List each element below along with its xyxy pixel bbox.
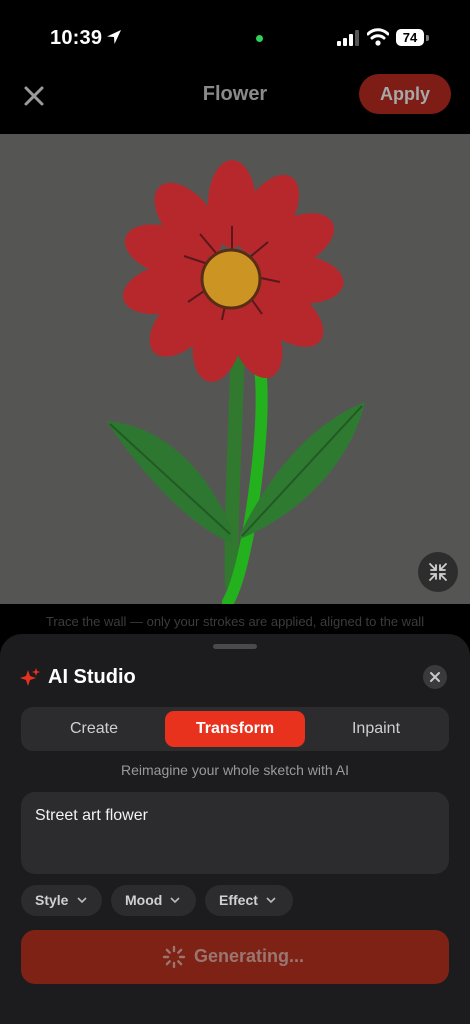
- sheet-close-button[interactable]: [423, 665, 447, 689]
- effect-label: Effect: [219, 892, 258, 908]
- cellular-signal-icon: [337, 30, 359, 46]
- chevron-down-icon: [77, 897, 87, 904]
- status-bar: 10:39 74: [0, 0, 470, 72]
- wifi-icon: [367, 28, 389, 46]
- battery-icon: 74: [396, 29, 424, 46]
- camera-indicator-dot: [256, 35, 263, 42]
- flower-sketch-image: [106, 160, 365, 604]
- status-time: 10:39: [50, 27, 103, 49]
- mode-description: Reimagine your whole sketch with AI: [121, 762, 349, 778]
- tab-inpaint[interactable]: Inpaint: [307, 707, 445, 751]
- chevron-down-icon: [266, 897, 276, 904]
- location-arrow-icon: [107, 30, 121, 44]
- apply-button[interactable]: Apply: [359, 74, 451, 114]
- mood-label: Mood: [125, 892, 163, 908]
- prompt-text: Street art flower: [35, 807, 148, 824]
- generate-button[interactable]: Generating...: [21, 930, 449, 984]
- loading-spinner-icon: [162, 945, 186, 969]
- ai-studio-title: AI Studio: [48, 666, 136, 688]
- close-icon: [430, 672, 440, 682]
- sketch-canvas[interactable]: [0, 134, 470, 604]
- effect-dropdown[interactable]: Effect: [205, 885, 293, 916]
- mood-dropdown[interactable]: Mood: [111, 885, 196, 916]
- collapse-arrows-icon: [429, 563, 447, 581]
- generate-label: Generating...: [194, 946, 305, 966]
- canvas-hint: Trace the wall — only your strokes are a…: [45, 614, 425, 629]
- ai-studio-sheet: AI Studio Create Transform Inpaint Reima…: [0, 634, 470, 1024]
- collapse-canvas-button[interactable]: [418, 552, 458, 592]
- mode-segmented-control: Create Transform Inpaint: [21, 707, 449, 751]
- style-label: Style: [35, 892, 69, 908]
- battery-tip: [426, 35, 429, 41]
- top-bar: Flower Apply: [0, 72, 470, 132]
- tab-create[interactable]: Create: [25, 707, 163, 751]
- battery-level: 74: [402, 30, 418, 45]
- style-dropdown[interactable]: Style: [21, 885, 102, 916]
- prompt-input[interactable]: Street art flower: [21, 792, 449, 874]
- sparkle-icon: [20, 668, 40, 686]
- chevron-down-icon: [170, 897, 180, 904]
- tab-transform[interactable]: Transform: [165, 711, 305, 747]
- dynamic-island: [162, 16, 308, 59]
- sheet-grabber[interactable]: [213, 644, 257, 649]
